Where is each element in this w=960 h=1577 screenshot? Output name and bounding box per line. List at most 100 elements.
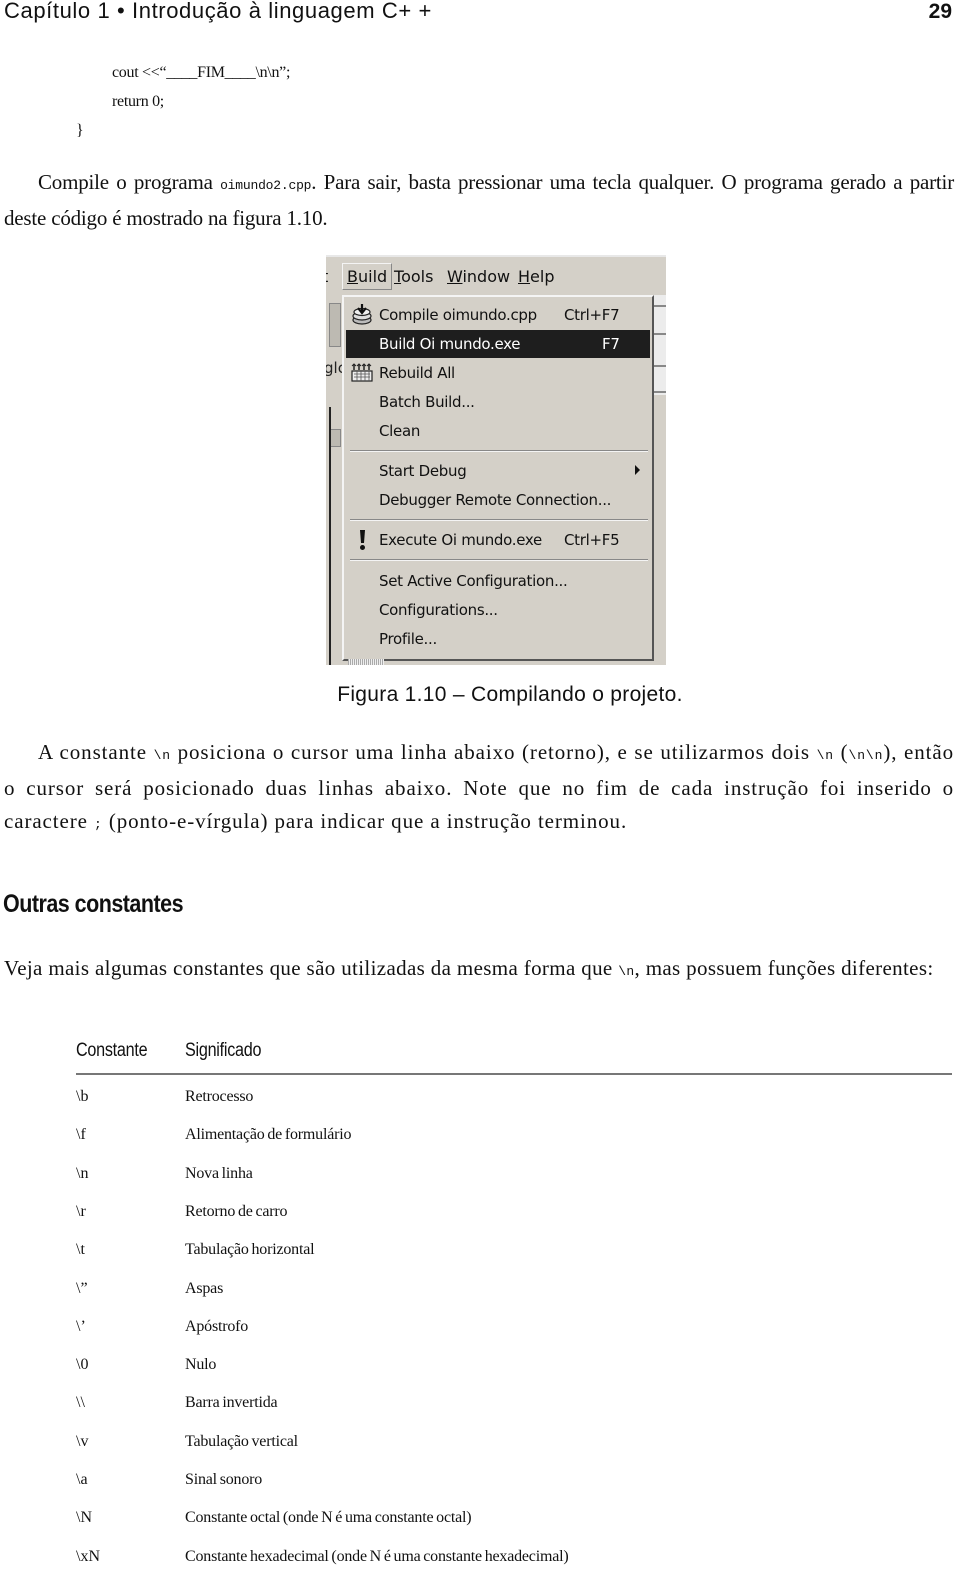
menu-item-label: Configurations... [379,601,498,619]
menu-item-label: Build Oi mundo.exe [379,335,521,353]
table-row: \\ Barra invertida [76,1394,952,1424]
background-dotted-edge [348,659,384,665]
menu-item-label: Start Debug [379,462,467,480]
inline-code: ; [94,817,103,832]
menu-item-profile[interactable]: Profile... [346,625,650,653]
text: A constante [38,740,154,764]
table-cell-constant: \\ [76,1394,85,1412]
text: posiciona o cursor uma linha abaixo (ret… [171,740,817,764]
figure-caption: Figura 1.10 – Compilando o projeto. [337,683,683,706]
menu-item-label: Compile oimundo.cpp [379,306,537,324]
inline-code: \n [153,748,171,763]
menubar-build-rest: uild [357,267,388,286]
table-cell-meaning: Tabulação horizontal [185,1241,315,1259]
text: , mas possuem funções diferentes: [634,956,934,980]
menu-separator [350,559,648,561]
table-row: \b Retrocesso [76,1088,952,1118]
background-line [652,333,666,335]
paragraph-newline-explanation: A constante \n posiciona o cursor uma li… [4,736,954,841]
background-line [652,365,666,367]
menu-item-label: Rebuild All [379,364,455,382]
menu-item-shortcut: Ctrl+F5 [564,531,620,549]
inline-code: \n [618,964,635,979]
menu-item-clean[interactable]: Clean [346,417,650,445]
paragraph-other-constants: Veja mais algumas constantes que são uti… [4,952,954,988]
menu-item-label: Clean [379,422,421,440]
menu-item-rebuild-all[interactable]: Rebuild All [346,359,650,387]
text: (ponto-e-vírgula) para indicar que a ins… [102,809,628,833]
table-cell-constant: \0 [76,1356,89,1374]
section-title: Outras constantes [3,890,184,918]
menubar-item-tools[interactable]: Tools [394,267,433,286]
menu-item-debugger-remote[interactable]: Debugger Remote Connection... [346,486,650,514]
paragraph-compile: Compile o programa oimundo2.cpp. Para sa… [4,166,954,235]
background-toolbar-strip [329,303,341,347]
menu-item-label: Execute Oi mundo.exe [379,531,542,549]
table-cell-constant: \f [76,1126,86,1144]
menubar: t Build Tools Window Help [326,257,666,295]
menubar-item-window[interactable]: Window [447,267,510,286]
table-header-significado: Significado [185,1040,262,1061]
table-cell-meaning: Retrocesso [185,1088,254,1105]
rebuild-icon [350,362,374,384]
inline-code: \n\n [848,748,884,763]
background-right-panel [652,295,666,395]
table-row: \” Aspas [76,1280,952,1310]
table-cell-meaning: Aspas [185,1279,224,1297]
inline-code: \n [816,748,834,763]
table-row: \t Tabulação horizontal [76,1241,952,1271]
menu-item-shortcut: Ctrl+F7 [564,306,620,324]
menu-item-start-debug[interactable]: Start Debug [346,457,650,485]
page-number: 29 [928,0,952,23]
table-cell-constant: \r [76,1202,86,1220]
menu-item-batch-build[interactable]: Batch Build... [346,388,650,416]
table-row: \N Constante octal (onde N é uma constant… [76,1509,952,1539]
table-cell-constant: \’ [76,1317,86,1335]
table-cell-meaning: Apóstrofo [185,1317,249,1335]
menu-item-label: Batch Build... [379,393,475,411]
background-window-edge [329,407,331,665]
table-cell-constant: \N [76,1509,92,1527]
table-cell-constant: \” [76,1279,88,1297]
menu-item-label: Profile... [379,630,437,648]
table-cell-constant: \n [76,1164,89,1182]
inline-code-filename: oimundo2.cpp [220,178,312,193]
table-cell-meaning: Constante octal (onde N é uma constante … [185,1509,472,1527]
menu-item-set-active-config[interactable]: Set Active Configuration... [346,567,650,595]
menu-item-compile[interactable]: Compile oimundo.cpp Ctrl+F7 [346,301,650,329]
menubar-item-build[interactable]: Build [342,263,393,290]
menu-item-shortcut: F7 [602,335,620,353]
menu-item-build[interactable]: Build Oi mundo.exe F7 [346,330,650,358]
table-cell-meaning: Constante hexadecimal (onde N é uma cons… [185,1547,569,1565]
table-header-constante: Constante [76,1040,148,1061]
exclamation-icon [350,529,374,551]
table-row: \xN Constante hexadecimal (onde N é uma c… [76,1548,952,1577]
table-cell-constant: \a [76,1471,88,1488]
table-cell-meaning: Alimentação de formulário [185,1126,352,1144]
table-row: \0 Nulo [76,1356,952,1386]
compile-icon [350,304,374,326]
submenu-arrow-icon [635,465,640,475]
table-cell-meaning: Nova linha [185,1164,253,1182]
table-cell-constant: \v [76,1432,89,1450]
menu-separator [350,450,648,452]
text: Veja mais algumas constantes que são uti… [4,956,619,980]
build-dropdown-menu: Compile oimundo.cpp Ctrl+F7 Build Oi mun… [342,295,654,661]
menu-item-execute[interactable]: Execute Oi mundo.exe Ctrl+F5 [346,526,650,554]
background-line [652,305,666,307]
table-row: \n Nova linha [76,1165,952,1195]
menu-item-label: Set Active Configuration... [379,572,568,590]
table-cell-constant: \b [76,1088,89,1105]
table-cell-meaning: Retorno de carro [185,1202,288,1220]
menubar-item-help[interactable]: Help [518,267,554,286]
table-cell-constant: \t [76,1241,85,1259]
menubar-item-partial[interactable]: t [326,267,328,286]
menu-item-configurations[interactable]: Configurations... [346,596,650,624]
background-line [652,391,666,393]
code-line-cout: cout <<“____FIM____\n\n”; [112,64,291,81]
table-cell-meaning: Tabulação vertical [185,1432,298,1450]
menu-separator [350,519,648,521]
menu-item-label: Debugger Remote Connection... [379,491,612,509]
chapter-header: Capítulo 1 • Introdução à linguagem C+ + [4,0,432,23]
code-line-close-brace: } [76,122,84,139]
